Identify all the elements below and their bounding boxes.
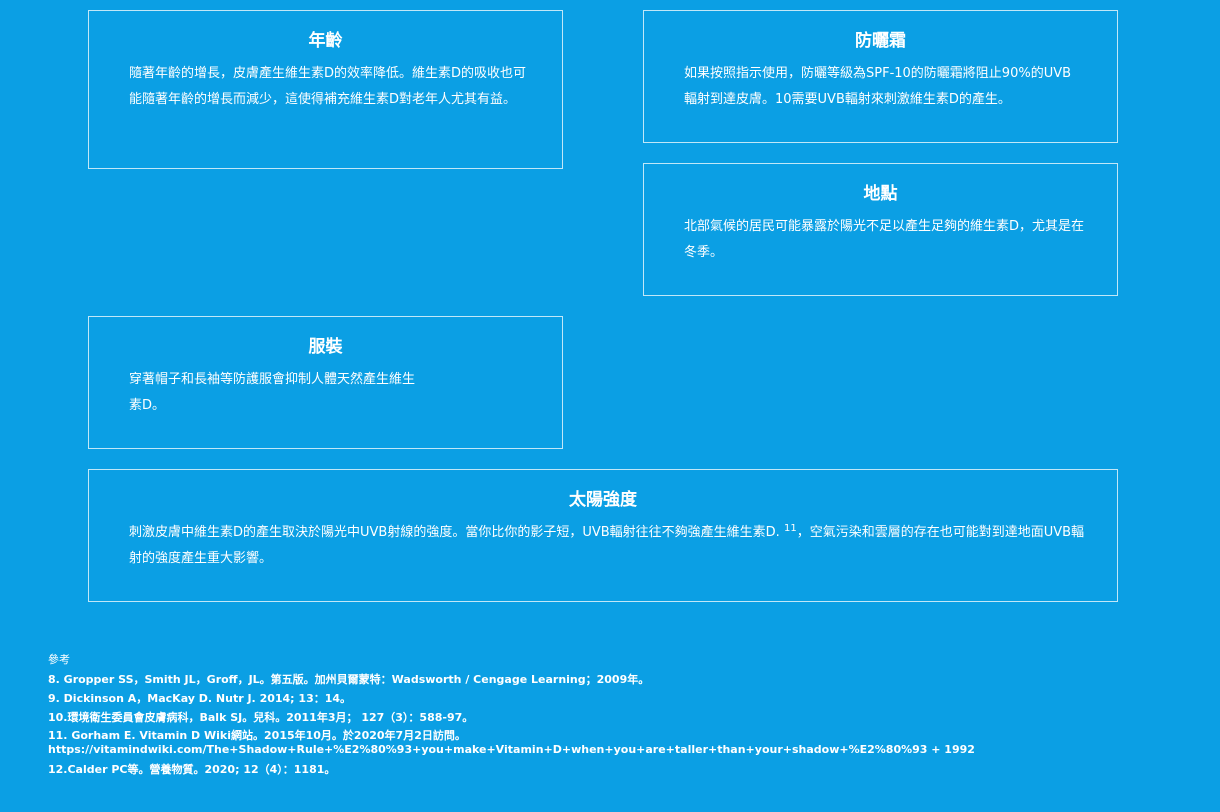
card-location-text: 北部氣候的居民可能暴露於陽光不足以產生足夠的維生素D，尤其是在冬季。 [684,219,1085,260]
citation-superscript[interactable]: 11 [784,523,797,534]
reference-item: 8. Gropper SS，Smith JL，Groff，JL。第五版。加州貝爾… [48,673,650,686]
references-section: 參考 8. Gropper SS，Smith JL，Groff，JL。第五版。加… [48,650,1173,779]
card-intensity-text-before: 刺激皮膚中維生素D的產生取決於陽光中UVB射線的強度。當你比你的影子短，UVB輻… [129,525,780,540]
card-sunscreen-text: 如果按照指示使用，防曬等級為SPF-10的防曬霜將阻止90%的UVB輻射到達皮膚… [684,66,1072,107]
reference-item: 10.環境衛生委員會皮膚病科，Balk SJ。兒科。2011年3月； 127（3… [48,711,474,724]
card-age-title: 年齡 [308,31,343,51]
card-sunscreen-title: 防曬霜 [855,31,906,51]
card-age-text: 隨著年齡的增長，皮膚產生維生素D的效率降低。維生素D的吸收也可能隨著年齡的增長而… [129,66,527,107]
reference-item: 11. Gorham E. Vitamin D Wiki網站。2015年10月。… [48,729,975,756]
card-clothing: 服裝 穿著帽子和長袖等防護服會抑制人體天然產生維生素D。 [88,316,563,449]
references-title: 參考 [48,653,70,666]
reference-item: 12.Calder PC等。營養物質。2020; 12（4）：1181。 [48,763,336,776]
card-clothing-title: 服裝 [308,337,343,357]
card-intensity-text: 刺激皮膚中維生素D的產生取決於陽光中UVB射線的強度。當你比你的影子短，UVB輻… [129,520,1089,572]
reference-item: 9. Dickinson A，MacKay D. Nutr J. 2014; 1… [48,692,352,705]
card-intensity: 太陽強度 刺激皮膚中維生素D的產生取決於陽光中UVB射線的強度。當你比你的影子短… [88,469,1118,602]
card-location: 地點 北部氣候的居民可能暴露於陽光不足以產生足夠的維生素D，尤其是在冬季。 [643,163,1118,296]
card-location-title: 地點 [863,184,898,204]
card-intensity-title: 太陽強度 [569,490,637,510]
card-sunscreen: 防曬霜 如果按照指示使用，防曬等級為SPF-10的防曬霜將阻止90%的UVB輻射… [643,10,1118,143]
card-clothing-text: 穿著帽子和長袖等防護服會抑制人體天然產生維生素D。 [129,372,416,413]
card-age: 年齡 隨著年齡的增長，皮膚產生維生素D的效率降低。維生素D的吸收也可能隨著年齡的… [88,10,563,169]
